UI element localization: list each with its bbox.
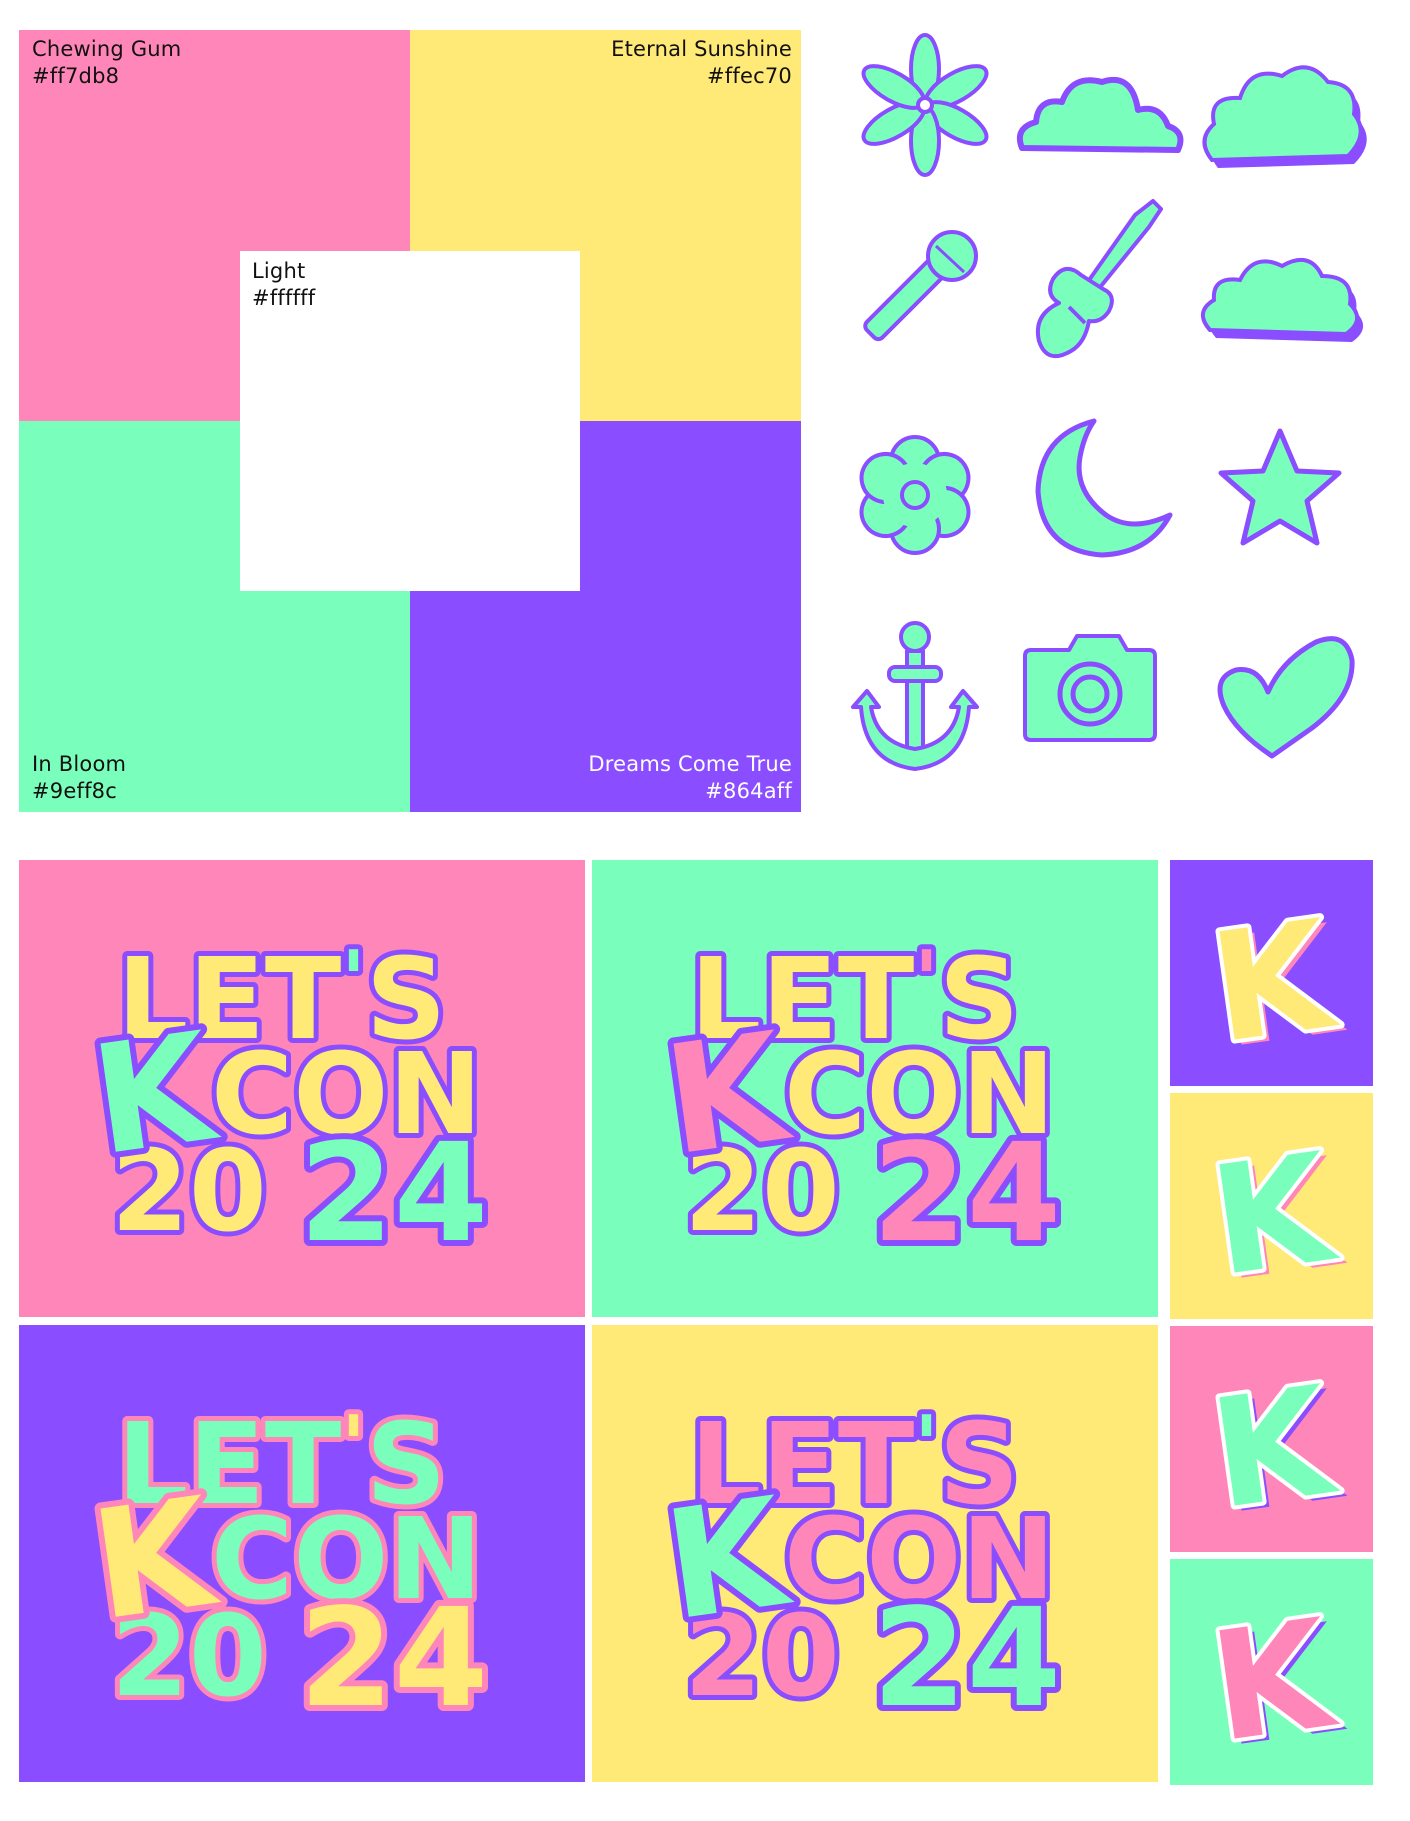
swatch-hex: #9eff8c <box>32 779 117 803</box>
cloud-icon <box>1010 30 1190 180</box>
flower-asterisk-icon <box>850 30 1000 180</box>
crescent-moon-icon <box>1010 405 1180 575</box>
color-palette: Chewing Gum #ff7db8 Eternal Sunshine #ff… <box>19 30 801 812</box>
k-tile-yellow: K K <box>1170 1093 1373 1319</box>
icon-grid <box>830 20 1390 780</box>
logo-card-mint: LET'S CON 20 K 24 <box>592 860 1158 1317</box>
star-icon <box>1205 415 1355 565</box>
anchor-icon <box>845 615 985 785</box>
k-tile-pink: K K <box>1170 1326 1373 1552</box>
swatch-hex: #ffec70 <box>707 64 792 88</box>
puffy-cloud-icon <box>1190 220 1370 370</box>
guitar-icon <box>1025 195 1185 375</box>
swatch-name: Chewing Gum <box>32 37 182 61</box>
swatch-label-dreams-come-true: Dreams Come True #864aff <box>588 751 792 805</box>
swatch-hex: #ffffff <box>252 286 316 310</box>
logo-line-24: 24 <box>872 1580 1061 1738</box>
microphone-icon <box>850 210 1000 360</box>
swatch-label-chewing-gum: Chewing Gum #ff7db8 <box>32 36 181 90</box>
swatch-hex: #864aff <box>705 779 792 803</box>
camera-icon <box>1015 620 1165 760</box>
swatch-label-light: Light #ffffff <box>252 258 315 312</box>
k-tile-purple: K K <box>1170 860 1373 1086</box>
swatch-name: In Bloom <box>32 752 127 776</box>
logo-card-purple: LET'S CON 20 K 24 <box>19 1325 585 1782</box>
swatch-name: Eternal Sunshine <box>611 37 792 61</box>
swatch-name: Light <box>252 259 306 283</box>
heart-icon <box>1200 620 1360 770</box>
logo-line-24: 24 <box>299 1580 488 1738</box>
logo-card-yellow: LET'S CON 20 K 24 <box>592 1325 1158 1782</box>
logo-card-pink: LET'S CON 20 K 24 <box>19 860 585 1317</box>
swatch-label-in-bloom: In Bloom #9eff8c <box>32 751 126 805</box>
logo-line-24: 24 <box>872 1115 1061 1273</box>
swatch-hex: #ff7db8 <box>32 64 120 88</box>
logo-line-24: 24 <box>299 1115 488 1273</box>
puffy-cloud-icon <box>1190 30 1370 180</box>
k-tile-mint: K K <box>1170 1559 1373 1785</box>
swatch-label-eternal-sunshine: Eternal Sunshine #ffec70 <box>611 36 792 90</box>
swatch-name: Dreams Come True <box>588 752 792 776</box>
daisy-icon <box>840 420 990 570</box>
